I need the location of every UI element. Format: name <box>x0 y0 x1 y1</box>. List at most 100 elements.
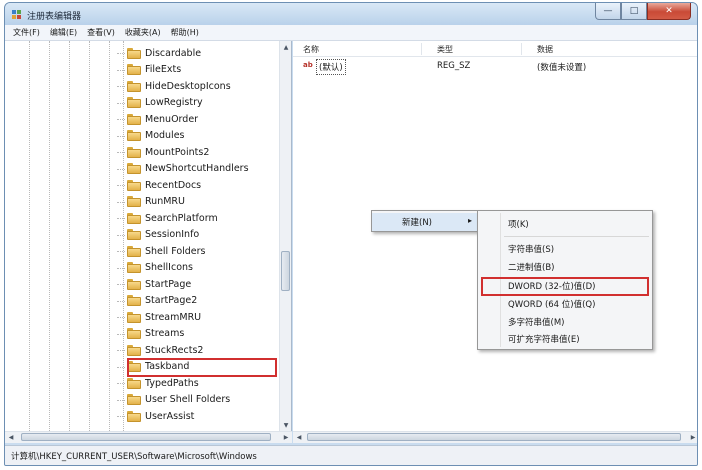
tree-connector <box>117 399 125 401</box>
context-menu: 新建(N) ▸ <box>371 210 479 232</box>
tree-item-label: ShellIcons <box>145 262 193 273</box>
submenu-item-multi-string-value[interactable]: 多字符串值(M) <box>478 313 652 331</box>
folder-icon <box>127 80 141 92</box>
tree-connector <box>117 69 125 71</box>
tree-item[interactable]: StuckRects2 <box>117 342 203 358</box>
column-divider[interactable] <box>521 43 522 55</box>
tree-connector <box>117 86 125 87</box>
folder-icon-body <box>127 379 141 389</box>
scroll-left-icon[interactable]: ◀ <box>293 432 305 443</box>
tree-connector <box>117 284 125 285</box>
tree-connector <box>117 234 125 236</box>
tree-item[interactable]: MountPoints2 <box>117 144 209 160</box>
tree-horizontal-scrollbar[interactable]: ◀ ▶ <box>5 431 292 443</box>
menu-view[interactable]: 查看(V) <box>87 27 115 38</box>
tree-item[interactable]: TypedPaths <box>117 375 199 391</box>
tree-item[interactable]: SessionInfo <box>117 227 199 243</box>
scroll-right-icon[interactable]: ▶ <box>687 432 697 443</box>
scroll-down-icon[interactable]: ▼ <box>280 419 291 431</box>
menu-edit[interactable]: 编辑(E) <box>50 27 77 38</box>
tree-item[interactable]: StartPage2 <box>117 293 198 309</box>
close-button[interactable]: ✕ <box>647 3 691 20</box>
folder-icon-body <box>127 165 141 174</box>
values-hscroll-thumb[interactable] <box>307 433 681 441</box>
scroll-up-icon[interactable]: ▲ <box>280 41 291 53</box>
submenu-item-qword-value[interactable]: QWORD (64 位)值(Q) <box>478 295 652 313</box>
tree-guide-line <box>29 41 30 431</box>
folder-icon-body <box>127 412 141 422</box>
folder-icon-body <box>127 148 141 158</box>
tree-hscroll-thumb[interactable] <box>21 433 271 441</box>
column-header-name[interactable]: 名称 <box>303 44 319 55</box>
tree-item[interactable]: Modules <box>117 128 185 144</box>
folder-icon <box>127 130 141 141</box>
tree-connector <box>117 53 125 54</box>
scroll-right-icon[interactable]: ▶ <box>280 432 292 443</box>
tree-connector <box>117 102 125 104</box>
tree-vertical-scrollbar[interactable]: ▲ ▼ <box>279 41 291 431</box>
tree-item-label: RecentDocs <box>145 179 202 191</box>
submenu-item-string-value[interactable]: 字符串值(S) <box>478 240 652 258</box>
taskband-highlight-box <box>127 358 277 377</box>
tree-guide-line <box>109 41 110 431</box>
folder-icon-body <box>127 198 141 207</box>
folder-icon <box>127 196 141 207</box>
tree-item[interactable]: Shell Folders <box>117 243 206 259</box>
folder-icon <box>127 113 141 125</box>
tree-connector <box>117 185 125 186</box>
values-horizontal-scrollbar[interactable]: ◀ ▶ <box>293 431 697 443</box>
folder-icon-body <box>127 297 141 306</box>
value-row-default[interactable]: ab (默认) REG_SZ (数值未设置) <box>293 59 697 75</box>
tree-item[interactable]: Streams <box>117 326 184 342</box>
minimize-button[interactable]: — <box>595 3 621 20</box>
tree-item-label: StreamMRU <box>145 311 202 323</box>
submenu-item-binary-value[interactable]: 二进制值(B) <box>478 258 652 276</box>
tree-connector <box>117 416 125 417</box>
tree-connector <box>117 152 125 153</box>
tree-item[interactable]: User Shell Folders <box>117 392 230 408</box>
tree-item-label: Discardable <box>145 47 202 59</box>
tree-item[interactable]: FileExts <box>117 62 181 78</box>
folder-icon <box>127 97 141 108</box>
column-header-type[interactable]: 类型 <box>437 44 453 55</box>
submenu-item-key[interactable]: 项(K) <box>478 215 652 233</box>
folder-icon-body <box>127 49 141 59</box>
menu-help[interactable]: 帮助(H) <box>171 27 199 38</box>
title-bar[interactable]: 注册表编辑器 — □ ✕ <box>5 3 697 25</box>
submenu-item-expandable-string-value[interactable]: 可扩充字符串值(E) <box>478 330 652 348</box>
tree-item[interactable]: Discardable <box>117 45 202 61</box>
folder-icon <box>127 47 141 59</box>
folder-icon-body <box>127 280 141 290</box>
value-type: REG_SZ <box>437 61 471 71</box>
tree-item[interactable]: RunMRU <box>117 194 185 210</box>
value-data: (数值未设置) <box>537 63 587 73</box>
status-bar: 计算机\HKEY_CURRENT_USER\Software\Microsoft… <box>5 445 697 465</box>
context-menu-item-new[interactable]: 新建(N) ▸ <box>372 213 478 231</box>
folder-icon-body <box>127 247 141 257</box>
tree-item-label: MenuOrder <box>145 113 199 125</box>
column-divider[interactable] <box>421 43 422 55</box>
registry-tree-pane[interactable]: Discardable FileExts HideDesktopIcons LowRe… <box>5 41 292 431</box>
tree-item[interactable]: MenuOrder <box>117 111 199 127</box>
menu-favorites[interactable]: 收藏夹(A) <box>125 27 161 38</box>
tree-item[interactable]: StartPage <box>117 276 191 292</box>
folder-icon <box>127 278 141 290</box>
maximize-button[interactable]: □ <box>621 3 647 20</box>
tree-item[interactable]: RecentDocs <box>117 177 202 193</box>
tree-item[interactable]: LowRegistry <box>117 95 203 111</box>
menu-file[interactable]: 文件(F) <box>13 27 40 38</box>
tree-item[interactable]: ShellIcons <box>117 260 193 276</box>
tree-item[interactable]: SearchPlatform <box>117 210 218 226</box>
window-controls: — □ ✕ <box>595 3 691 21</box>
column-header-data[interactable]: 数据 <box>537 44 553 55</box>
tree-item[interactable]: NewShortcutHandlers <box>117 161 249 177</box>
scroll-left-icon[interactable]: ◀ <box>5 432 17 443</box>
tree-item[interactable]: UserAssist <box>117 408 194 424</box>
tree-scroll-thumb[interactable] <box>281 251 290 291</box>
tree-item[interactable]: HideDesktopIcons <box>117 78 231 94</box>
folder-icon-body <box>127 66 141 75</box>
tree-item-label: HideDesktopIcons <box>145 80 231 92</box>
tree-item-label: StartPage2 <box>145 295 198 306</box>
folder-icon-body <box>127 181 141 191</box>
tree-item[interactable]: StreamMRU <box>117 309 202 325</box>
